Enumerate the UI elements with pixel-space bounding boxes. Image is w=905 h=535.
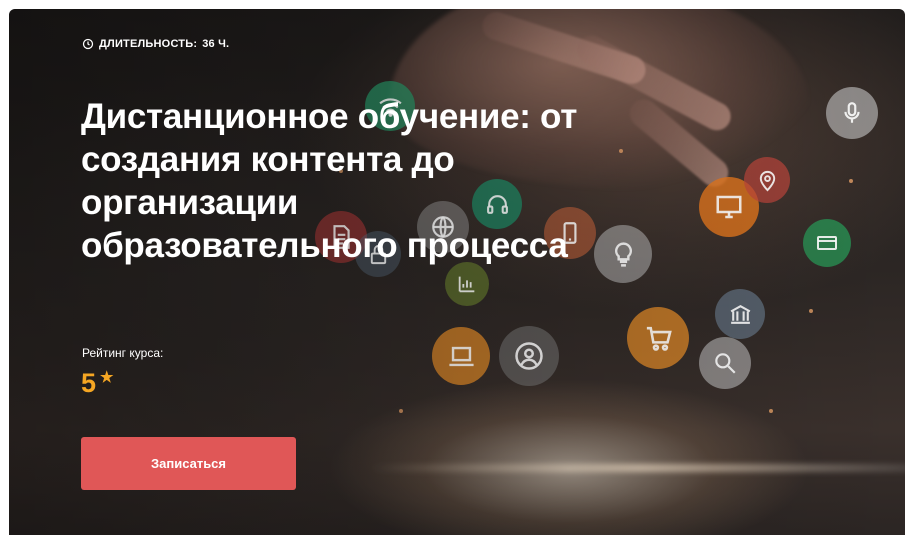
- course-title: Дистанционное обучение: от создания конт…: [81, 95, 601, 267]
- rating-value: 5: [81, 368, 97, 398]
- rating-label: Рейтинг курса:: [82, 346, 164, 360]
- duration-value: 36 Ч.: [202, 38, 230, 50]
- enroll-button[interactable]: Записаться: [81, 437, 296, 490]
- course-title-line: создания контента до: [81, 140, 455, 179]
- duration-label: ДЛИТЕЛЬНОСТЬ:: [99, 38, 198, 50]
- course-rating: 5 ★: [81, 368, 113, 399]
- star-icon: ★: [100, 369, 114, 386]
- course-hero-banner: ДЛИТЕЛЬНОСТЬ: 36 Ч. Дистанционное обучен…: [9, 9, 905, 535]
- clock-icon: [82, 38, 94, 50]
- course-title-line: образовательного процесса: [81, 226, 568, 265]
- course-duration: ДЛИТЕЛЬНОСТЬ: 36 Ч.: [82, 38, 229, 50]
- course-title-line: Дистанционное обучение: от: [81, 97, 578, 136]
- course-title-line: организации: [81, 183, 299, 222]
